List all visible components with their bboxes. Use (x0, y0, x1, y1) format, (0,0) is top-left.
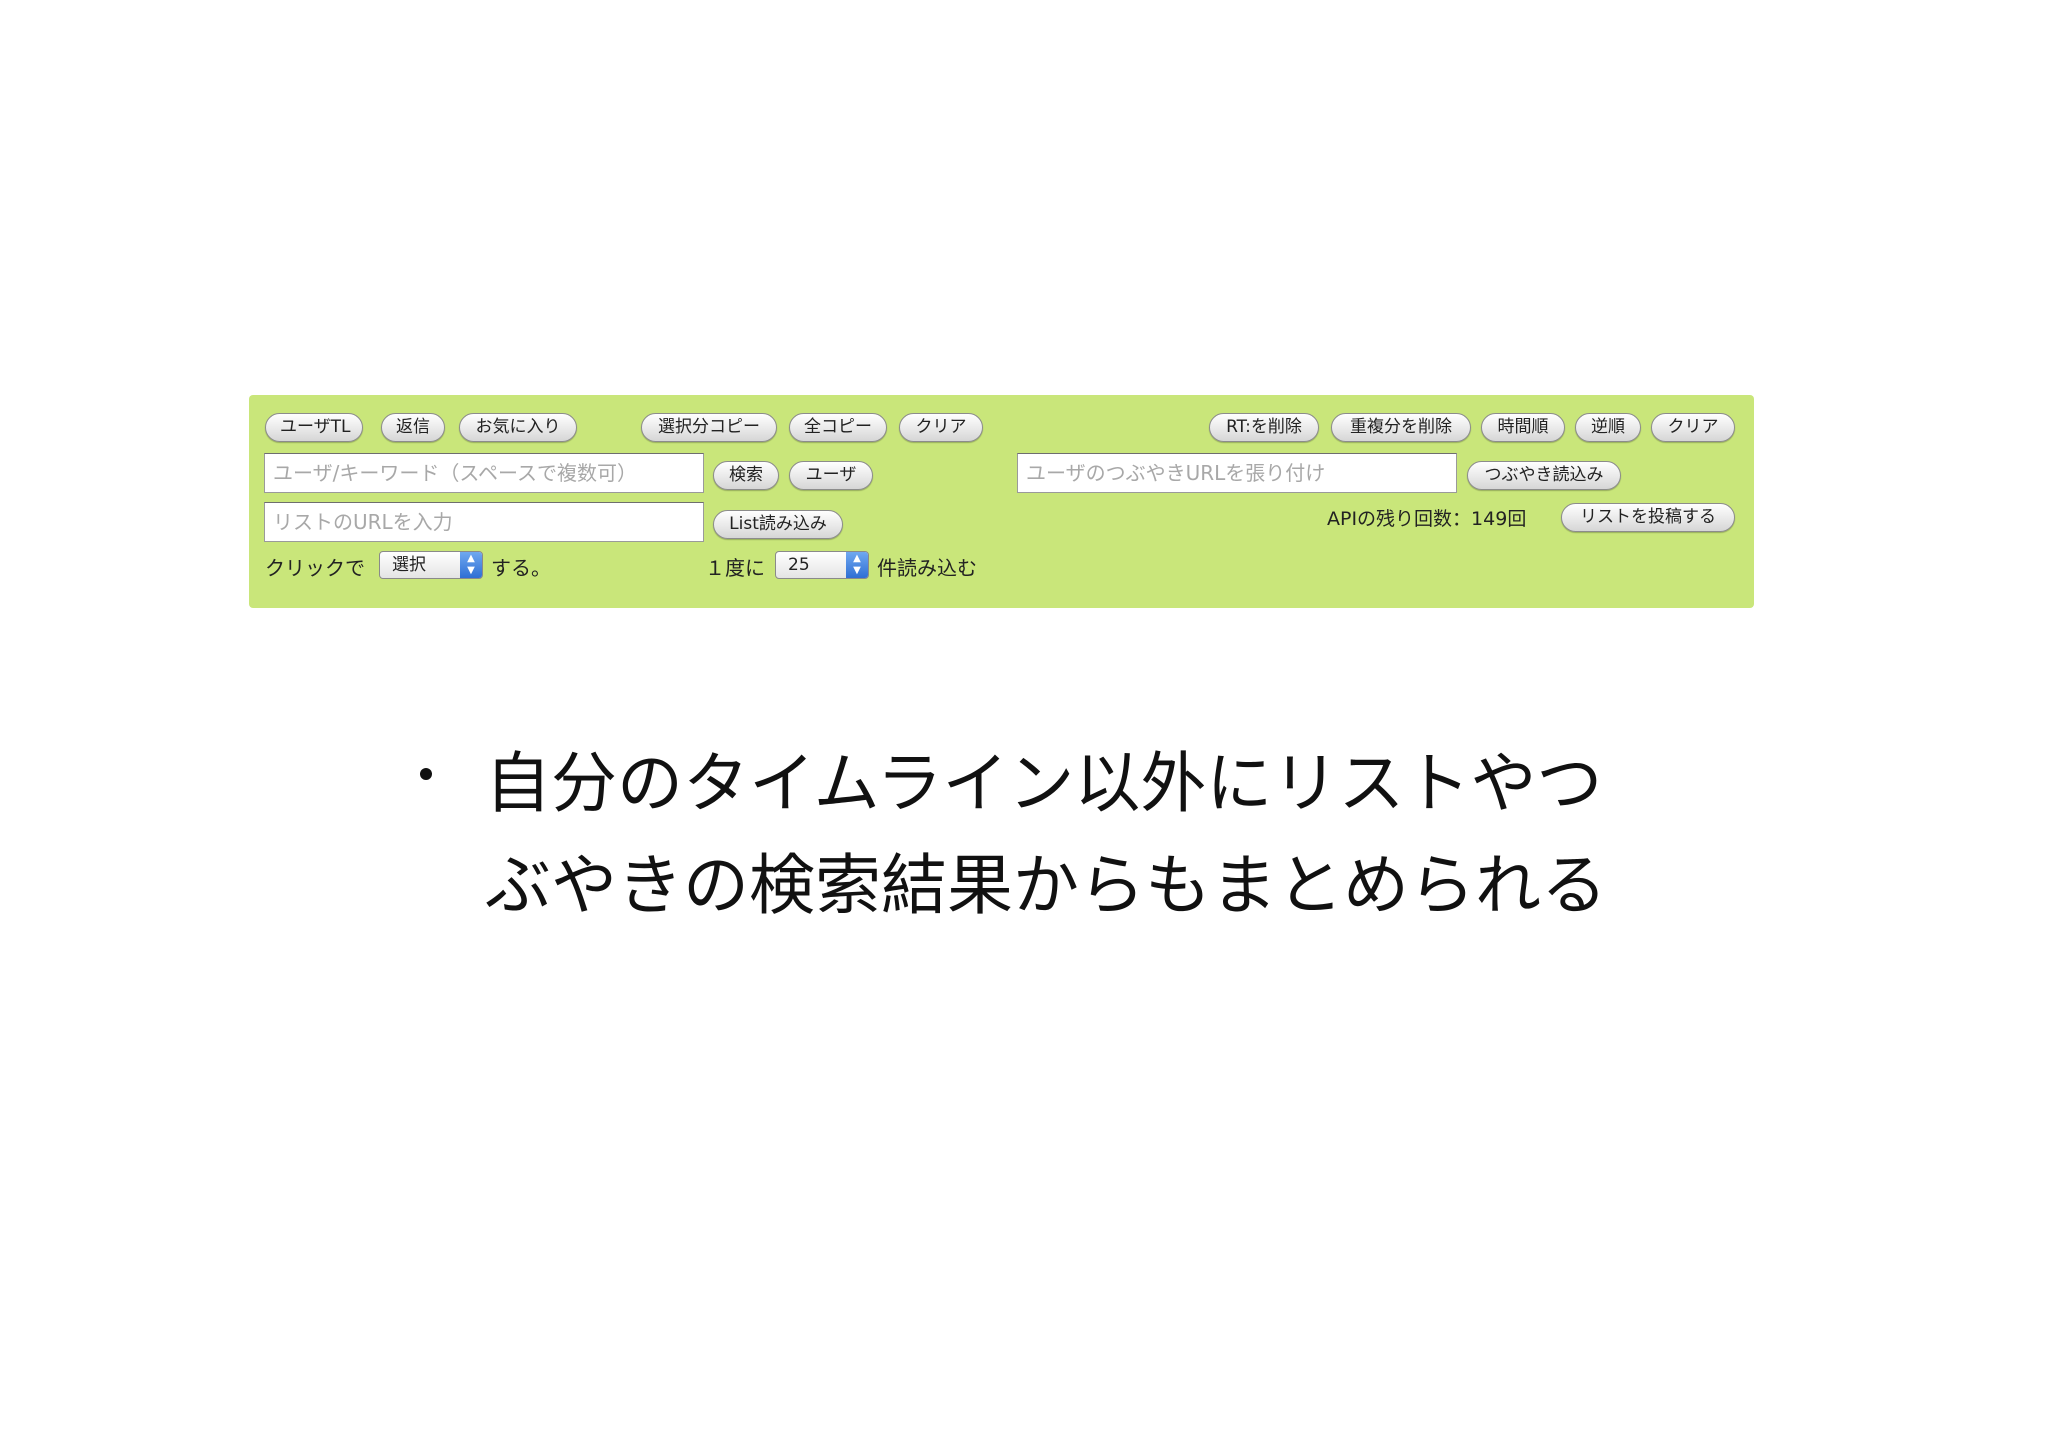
select-arrows-icon: ▲ ▼ (460, 552, 482, 578)
copy-all-button[interactable]: 全コピー (789, 413, 887, 442)
user-search-button[interactable]: ユーザ (789, 461, 873, 490)
load-tweet-button[interactable]: つぶやき読込み (1467, 461, 1621, 490)
load-list-button[interactable]: List読み込み (713, 510, 843, 539)
search-input[interactable] (264, 453, 704, 493)
favorites-button[interactable]: お気に入り (459, 413, 577, 442)
batch-count-select[interactable]: 25 ▲ ▼ (775, 551, 869, 579)
batch-suffix: 件読み込む (877, 556, 977, 580)
batch-count-value: 25 (788, 555, 810, 575)
click-action-prefix: クリックで (265, 556, 365, 580)
sort-by-time-button[interactable]: 時間順 (1481, 413, 1565, 442)
bullet-text-line1: 自分のタイムライン以外にリストやつ (485, 745, 1603, 822)
clear-left-button[interactable]: クリア (899, 413, 983, 442)
clear-right-button[interactable]: クリア (1651, 413, 1735, 442)
bullet-text-line2: ぶやきの検索結果からもまとめられる (485, 847, 1607, 924)
reverse-order-button[interactable]: 逆順 (1575, 413, 1641, 442)
remove-rt-button[interactable]: RT:を削除 (1209, 413, 1319, 442)
api-remaining-label: APIの残り回数：149回 (1327, 508, 1527, 530)
select-arrows-icon: ▲ ▼ (846, 552, 868, 578)
bullet-icon (420, 768, 432, 780)
toolbar-panel: ユーザTL 返信 お気に入り 選択分コピー 全コピー クリア RT:を削除 重複… (249, 395, 1754, 608)
remove-duplicates-button[interactable]: 重複分を削除 (1331, 413, 1471, 442)
batch-prefix: １度に (705, 556, 765, 580)
replies-button[interactable]: 返信 (381, 413, 445, 442)
list-url-input[interactable] (264, 502, 704, 542)
click-action-select[interactable]: 選択 ▲ ▼ (379, 551, 483, 579)
tweet-url-input[interactable] (1017, 453, 1457, 493)
post-list-button[interactable]: リストを投稿する (1561, 503, 1735, 532)
copy-selected-button[interactable]: 選択分コピー (641, 413, 777, 442)
click-action-value: 選択 (392, 555, 426, 575)
search-button[interactable]: 検索 (713, 461, 779, 490)
click-action-suffix: する。 (491, 556, 551, 580)
user-timeline-button[interactable]: ユーザTL (265, 413, 363, 442)
